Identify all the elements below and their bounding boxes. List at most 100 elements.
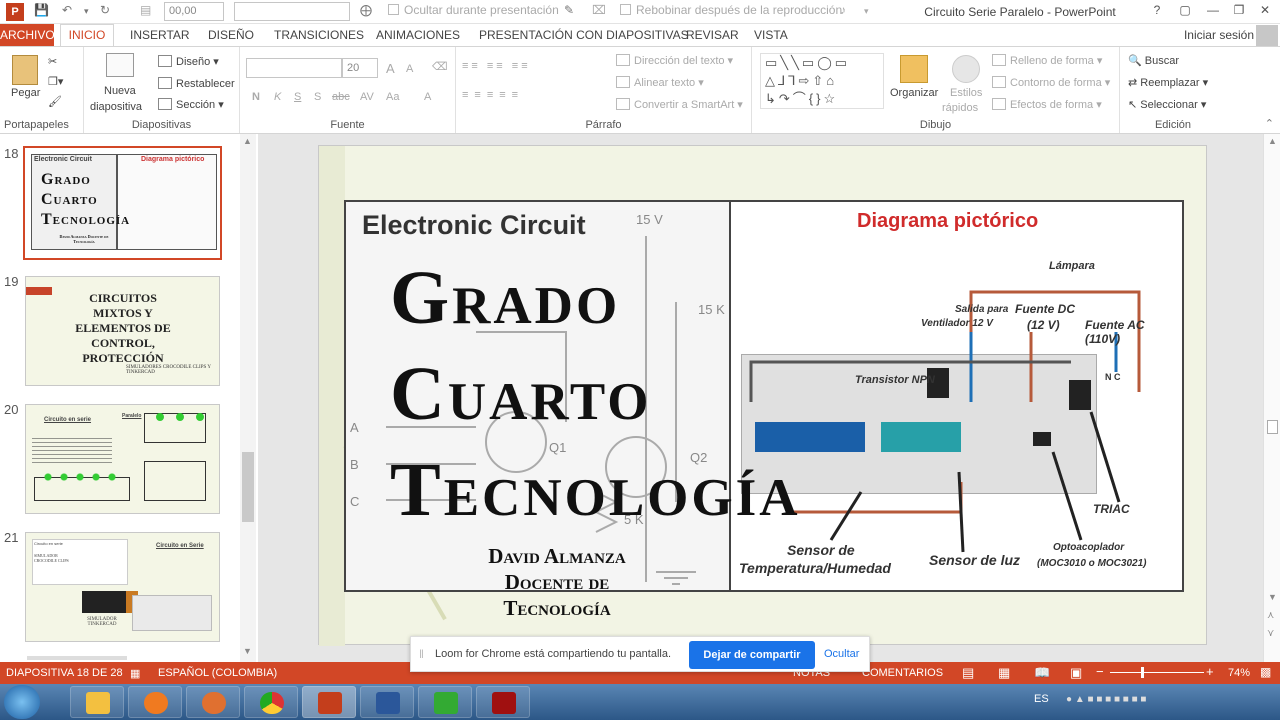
taskbar-crocodile[interactable] bbox=[418, 686, 472, 718]
editor-scroll-thumb[interactable] bbox=[1267, 420, 1278, 434]
drag-handle-icon[interactable]: ‖ bbox=[419, 647, 424, 661]
zoom-slider-thumb[interactable] bbox=[1141, 667, 1144, 678]
shrink-font-icon[interactable]: A bbox=[406, 63, 413, 75]
new-slide-icon[interactable] bbox=[106, 53, 134, 77]
tab-transiciones[interactable]: TRANSICIONES bbox=[274, 28, 364, 42]
scroll-up-icon[interactable]: ▲ bbox=[243, 136, 252, 146]
taskbar-acrobat[interactable] bbox=[476, 686, 530, 718]
shadow-button[interactable]: S bbox=[314, 91, 321, 103]
arrange-icon[interactable] bbox=[900, 55, 928, 83]
shape-fill-button[interactable]: Relleno de forma ▾ bbox=[992, 54, 1102, 67]
zoom-out-button[interactable]: − bbox=[1096, 664, 1104, 679]
cut-icon[interactable]: ✂ bbox=[48, 55, 57, 68]
bullets-icons[interactable]: ≡≡ ≡≡ ≡≡ bbox=[462, 60, 531, 72]
trim-audio-icon[interactable]: ✎ bbox=[564, 3, 574, 17]
slide-author[interactable]: David Almanza Docente de Tecnología bbox=[450, 543, 664, 621]
taskbar-firefox[interactable] bbox=[128, 686, 182, 718]
input-language[interactable]: ES bbox=[1034, 693, 1049, 705]
collapse-ribbon-icon[interactable]: ⌃ bbox=[1265, 117, 1274, 130]
replace-button[interactable]: ⇄ Reemplazar ▾ bbox=[1128, 76, 1208, 89]
quick-styles-label-1[interactable]: Estilos bbox=[950, 87, 982, 99]
help-button[interactable]: ? bbox=[1146, 3, 1168, 21]
prev-slide-icon[interactable]: ⋏ bbox=[1267, 610, 1274, 621]
new-slide-label[interactable]: Nueva bbox=[104, 85, 136, 97]
slide-thumbnail-21[interactable]: Circuito en Serie Circuito en serie SIMU… bbox=[25, 532, 220, 642]
editor-scrollbar[interactable]: ▲ ▼ ⋏ ⋎ bbox=[1263, 134, 1280, 662]
taskbar-word[interactable] bbox=[360, 686, 414, 718]
reading-view-icon[interactable]: 📖 bbox=[1034, 665, 1050, 681]
zoom-slider[interactable] bbox=[1110, 672, 1204, 673]
text-direction-button[interactable]: Dirección del texto ▾ bbox=[616, 54, 733, 67]
remove-bookmark-icon[interactable]: ⌧ bbox=[592, 3, 606, 17]
add-bookmark-icon[interactable]: ⨁ bbox=[360, 3, 372, 17]
stop-sharing-button[interactable]: Dejar de compartir bbox=[689, 641, 815, 669]
scroll-down-icon[interactable]: ▼ bbox=[243, 646, 252, 656]
strikethrough-button[interactable]: abc bbox=[332, 91, 350, 103]
editor-scroll-down-icon[interactable]: ▼ bbox=[1268, 592, 1277, 602]
arrange-button[interactable]: Organizar bbox=[890, 87, 938, 99]
tab-inicio[interactable]: INICIO bbox=[60, 24, 114, 47]
grow-font-icon[interactable]: A bbox=[386, 61, 395, 76]
slideshow-icon[interactable]: ▣ bbox=[1070, 665, 1082, 681]
slide-thumbnail-19[interactable]: CIRCUITOS MIXTOS Y ELEMENTOS DE CONTROL,… bbox=[25, 276, 220, 386]
font-size-combo[interactable]: 20 bbox=[342, 58, 378, 78]
new-slide-label-2[interactable]: diapositiva bbox=[90, 101, 142, 113]
next-slide-icon[interactable]: ⋎ bbox=[1267, 628, 1274, 639]
zoom-level[interactable]: 74% bbox=[1228, 667, 1250, 679]
hide-during-presentation-checkbox[interactable]: Ocultar durante presentación bbox=[388, 3, 559, 17]
quick-styles-label-2[interactable]: rápidos bbox=[942, 102, 978, 114]
thumbnails-scrollbar[interactable]: ▲ ▼ bbox=[240, 134, 256, 662]
avatar[interactable] bbox=[1256, 25, 1278, 47]
font-color-button[interactable]: A bbox=[424, 91, 431, 103]
tab-diseno[interactable]: DISEÑO bbox=[208, 28, 254, 42]
slide-thumbnail-20[interactable]: Circuito en serie Paralelo bbox=[25, 404, 220, 514]
qat-more-icon[interactable]: ▾ bbox=[864, 6, 869, 17]
ribbon-display-icon[interactable]: ▢ bbox=[1174, 3, 1196, 21]
shapes-gallery[interactable]: ▭╲╲▭◯▭ △⅃⅂⇨⇧⌂ ↳↷⌒{}☆ bbox=[760, 53, 884, 109]
shape-outline-button[interactable]: Contorno de forma ▾ bbox=[992, 76, 1110, 89]
smartart-button[interactable]: Convertir a SmartArt ▾ bbox=[616, 98, 743, 111]
editor-scroll-up-icon[interactable]: ▲ bbox=[1268, 136, 1277, 146]
redo-icon[interactable]: ↻ bbox=[100, 3, 110, 17]
shape-effects-button[interactable]: Efectos de forma ▾ bbox=[992, 98, 1102, 111]
taskbar-media[interactable] bbox=[186, 686, 240, 718]
slide-big-title[interactable]: Grado Cuarto Tecnología bbox=[390, 250, 801, 538]
minimize-icon[interactable]: — bbox=[1202, 3, 1224, 21]
paste-icon[interactable] bbox=[12, 55, 38, 85]
paste-button[interactable]: Pegar bbox=[11, 87, 40, 99]
tab-revisar[interactable]: REVISAR bbox=[686, 28, 739, 42]
slide-sorter-icon[interactable]: ▦ bbox=[998, 665, 1010, 681]
select-button[interactable]: ↖ Seleccionar ▾ bbox=[1128, 98, 1206, 111]
reset-button[interactable]: Restablecer bbox=[158, 77, 235, 90]
slide-thumbnail-18[interactable]: Electronic Circuit Diagrama pictórico Gr… bbox=[23, 146, 222, 260]
sign-in-link[interactable]: Iniciar sesión bbox=[1184, 28, 1254, 42]
save-icon[interactable]: 💾 bbox=[34, 3, 49, 17]
tray-icons[interactable]: ● ▲ ■ ■ ■ ■ ■ ■ ■ bbox=[1066, 694, 1146, 705]
bold-button[interactable]: N bbox=[252, 91, 260, 103]
language-status[interactable]: ESPAÑOL (COLOMBIA) bbox=[158, 667, 277, 679]
normal-view-icon[interactable]: ▤ bbox=[962, 665, 974, 681]
copy-icon[interactable]: ❐▾ bbox=[48, 75, 63, 88]
start-button[interactable] bbox=[4, 685, 40, 719]
tab-presentacion[interactable]: PRESENTACIÓN CON DIAPOSITIVAS bbox=[479, 28, 689, 42]
tab-archivo[interactable]: ARCHIVO bbox=[0, 24, 55, 46]
align-icons[interactable]: ≡≡≡≡≡ bbox=[462, 89, 524, 101]
quick-styles-icon[interactable] bbox=[952, 55, 980, 83]
font-size-spinner[interactable]: 00,00 bbox=[164, 2, 224, 21]
tab-animaciones[interactable]: ANIMACIONES bbox=[376, 28, 460, 42]
undo-dropdown-icon[interactable]: ▾ bbox=[84, 6, 89, 17]
close-icon[interactable]: ✕ bbox=[1254, 3, 1276, 21]
hide-button[interactable]: Ocultar bbox=[824, 648, 859, 660]
scroll-thumb[interactable] bbox=[242, 452, 254, 522]
tab-vista[interactable]: VISTA bbox=[754, 28, 788, 42]
taskbar-explorer[interactable] bbox=[70, 686, 124, 718]
italic-button[interactable]: K bbox=[274, 91, 281, 103]
underline-button[interactable]: S bbox=[294, 91, 301, 103]
change-case-button[interactable]: Aa bbox=[386, 91, 399, 103]
undo-icon[interactable]: ↶ bbox=[62, 3, 72, 17]
layout-button[interactable]: Diseño ▾ bbox=[158, 55, 219, 68]
start-dropdown[interactable] bbox=[234, 2, 350, 21]
tab-insertar[interactable]: INSERTAR bbox=[130, 28, 190, 42]
clear-format-icon[interactable]: ⌫ bbox=[432, 60, 448, 73]
restore-icon[interactable]: ❐ bbox=[1228, 3, 1250, 21]
